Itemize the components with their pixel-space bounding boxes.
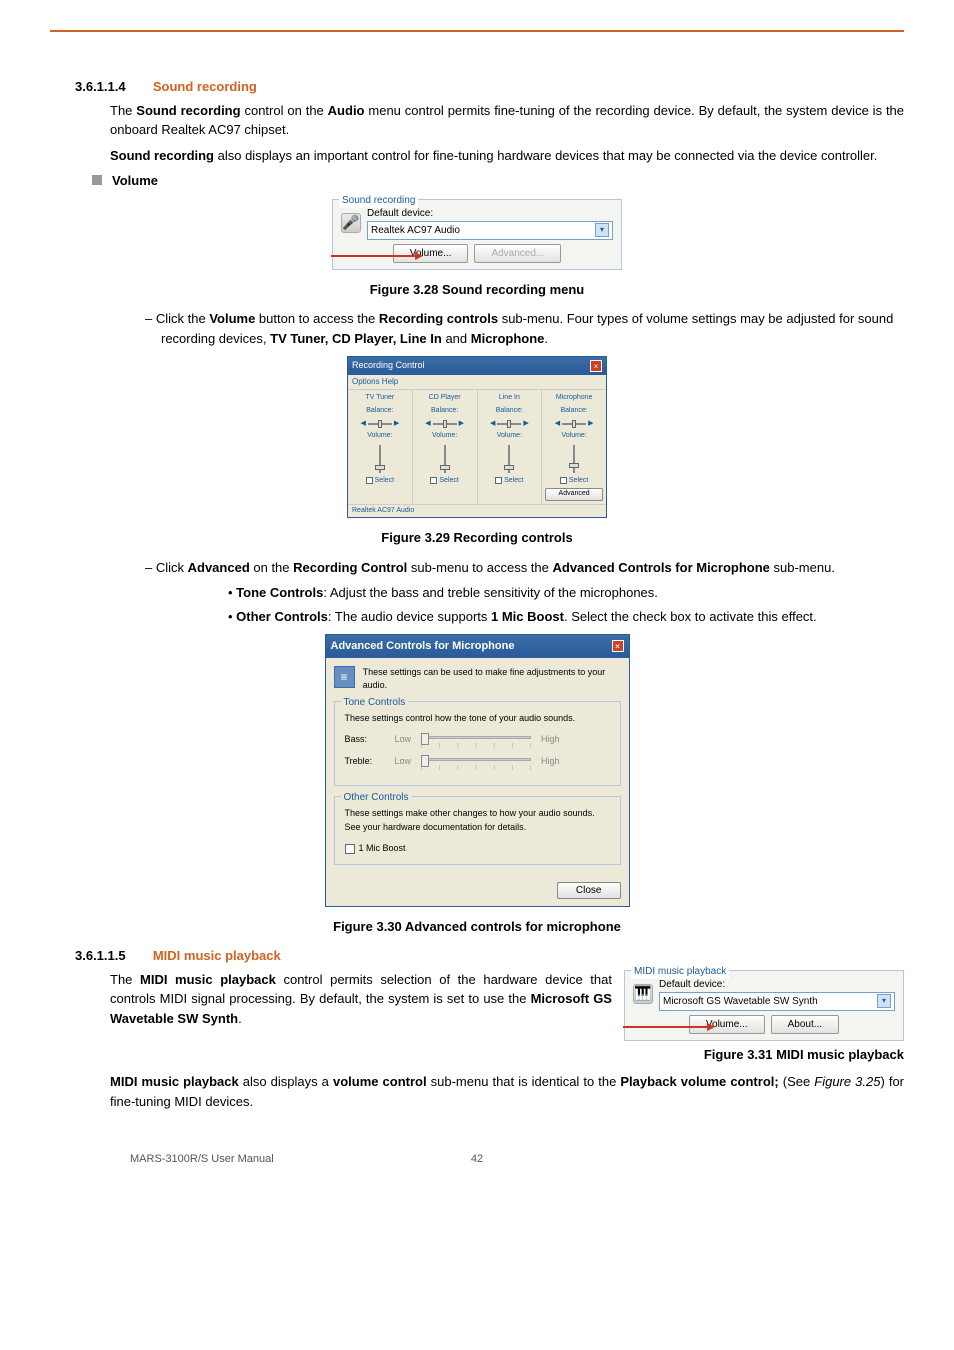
dialog-title: Advanced Controls for Microphone	[331, 638, 515, 655]
callout-arrow	[623, 1026, 713, 1028]
recording-control-window: Recording Control × Options Help TV Tune…	[347, 356, 607, 518]
midi-playback-panel: MIDI music playback 🎹 Default device: Mi…	[624, 970, 904, 1041]
volume-slider[interactable]	[502, 445, 516, 473]
default-device-label: Default device:	[659, 977, 895, 992]
advanced-button[interactable]: Advanced	[545, 488, 603, 501]
volume-slider[interactable]	[567, 445, 581, 473]
paragraph: Sound recording also displays an importa…	[110, 146, 904, 166]
footer-left: MARS-3100R/S User Manual	[130, 1151, 274, 1168]
channel-microphone: Microphone Balance: ◀▶ Volume: Select Ad…	[542, 390, 606, 504]
section-number: 3.6.1.1.5	[75, 946, 126, 970]
figure-caption: Figure 3.28 Sound recording menu	[50, 280, 904, 300]
about-button[interactable]: About...	[771, 1015, 839, 1034]
figure-caption: Figure 3.29 Recording controls	[50, 528, 904, 548]
select-checkbox[interactable]	[560, 477, 567, 484]
tone-controls-group: Tone Controls These settings control how…	[334, 701, 621, 787]
sound-recording-panel: Sound recording 🎤 Default device: Realte…	[332, 199, 622, 270]
bass-slider[interactable]: |||||||	[421, 733, 531, 747]
callout-arrow	[331, 255, 421, 257]
mic-boost-label: 1 Mic Boost	[359, 842, 406, 856]
other-controls-group: Other Controls These settings make other…	[334, 796, 621, 865]
speaker-icon: ◀	[360, 419, 365, 430]
default-device-label: Default device:	[367, 206, 613, 221]
close-icon[interactable]: ×	[590, 360, 602, 372]
select-checkbox[interactable]	[430, 477, 437, 484]
close-button[interactable]: Close	[557, 882, 621, 899]
menu-bar[interactable]: Options Help	[348, 375, 606, 390]
volume-button[interactable]: Volume...	[689, 1015, 765, 1034]
sub-bullet: Click the Volume button to access the Re…	[145, 309, 904, 348]
channel-cd-player: CD Player Balance: ◀▶ Volume: Select	[413, 390, 478, 504]
section-title: MIDI music playback	[153, 946, 281, 966]
sub-sub-bullet: Tone Controls: Adjust the bass and trebl…	[180, 583, 904, 603]
bullet-icon	[92, 175, 102, 185]
mic-boost-checkbox[interactable]	[345, 844, 355, 854]
sub-sub-bullet: Other Controls: The audio device support…	[180, 607, 904, 627]
figure-caption: Figure 3.31 MIDI music playback	[50, 1045, 904, 1065]
bullet-item: Volume	[92, 171, 904, 191]
intro-text: These settings can be used to make fine …	[363, 666, 621, 693]
channel-tv-tuner: TV Tuner Balance: ◀▶ Volume: Select	[348, 390, 413, 504]
chevron-down-icon[interactable]: ▾	[877, 994, 891, 1008]
advanced-button: Advanced...	[474, 244, 561, 263]
section-number: 3.6.1.1.4	[75, 77, 126, 101]
microphone-icon: 🎤	[341, 213, 361, 233]
paragraph: The Sound recording control on the Audio…	[110, 101, 904, 140]
page-number: 42	[471, 1151, 483, 1168]
volume-slider[interactable]	[373, 445, 387, 473]
volume-button[interactable]: Volume...	[393, 244, 469, 263]
close-icon[interactable]: ×	[612, 640, 624, 652]
speaker-icon: ▶	[394, 419, 399, 430]
paragraph: The MIDI music playback control permits …	[110, 970, 612, 1029]
window-title: Recording Control	[352, 359, 425, 373]
midi-icon: 🎹	[633, 984, 653, 1004]
device-select[interactable]: Realtek AC97 Audio ▾	[367, 221, 613, 240]
select-checkbox[interactable]	[495, 477, 502, 484]
status-bar: Realtek AC97 Audio	[348, 504, 606, 518]
advanced-controls-dialog: Advanced Controls for Microphone × ≡ The…	[325, 634, 630, 907]
paragraph: MIDI music playback also displays a volu…	[110, 1072, 904, 1111]
chevron-down-icon[interactable]: ▾	[595, 223, 609, 237]
volume-slider[interactable]	[438, 445, 452, 473]
select-checkbox[interactable]	[366, 477, 373, 484]
sub-bullet: Click Advanced on the Recording Control …	[145, 558, 904, 578]
equalizer-icon: ≡	[334, 666, 355, 688]
channel-line-in: Line In Balance: ◀▶ Volume: Select	[478, 390, 543, 504]
section-title: Sound recording	[153, 77, 257, 97]
figure-caption: Figure 3.30 Advanced controls for microp…	[50, 917, 904, 937]
device-select[interactable]: Microsoft GS Wavetable SW Synth ▾	[659, 992, 895, 1011]
treble-slider[interactable]: |||||||	[421, 755, 531, 769]
